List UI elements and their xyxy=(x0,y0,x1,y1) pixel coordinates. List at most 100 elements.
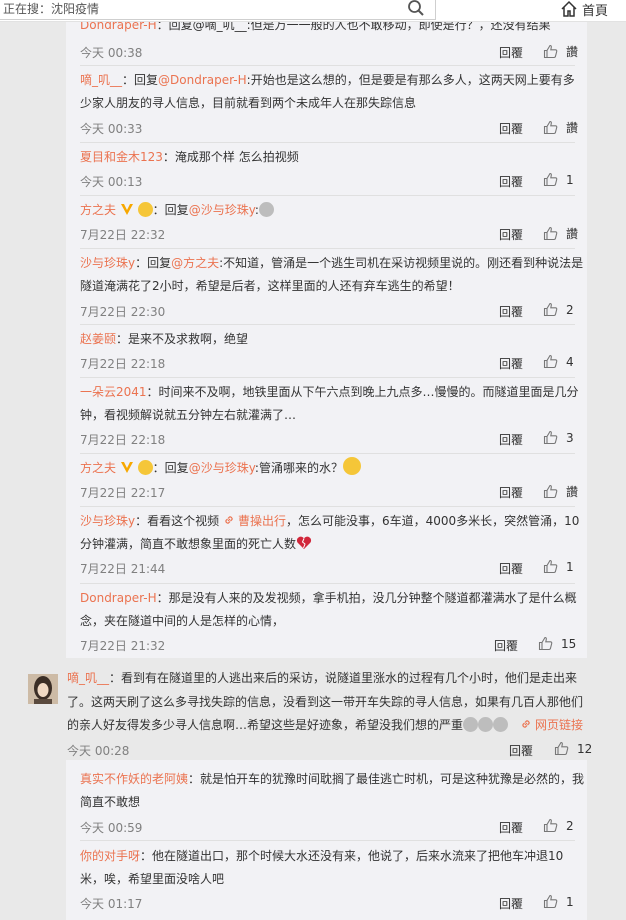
emoticon-icon xyxy=(463,717,479,732)
reply-username[interactable]: 嘀_叽__ xyxy=(80,73,122,87)
thumbs-up-icon xyxy=(543,354,558,369)
thumbs-up-icon xyxy=(543,818,558,833)
reply-username[interactable]: 方之夫 xyxy=(80,203,116,217)
reply-button[interactable]: 回覆 xyxy=(499,303,523,320)
like-button[interactable]: 讚 xyxy=(543,225,578,242)
reply-button[interactable]: 回覆 xyxy=(494,637,518,654)
mention-link[interactable]: @Dondraper-H xyxy=(158,73,247,87)
like-count: 3 xyxy=(566,430,574,445)
like-button[interactable]: 1 xyxy=(543,559,574,574)
divider xyxy=(80,142,575,143)
reply-time: 今天 00:38 xyxy=(80,46,143,60)
like-button[interactable]: 讚 xyxy=(543,119,578,136)
search-placeholder: 正在搜：沈阳疫情 xyxy=(3,2,100,16)
like-button[interactable]: 15 xyxy=(538,636,576,651)
reply-username[interactable]: 夏目和金木123 xyxy=(80,150,163,164)
reply-button[interactable]: 回覆 xyxy=(499,120,523,137)
like-count: 讚 xyxy=(566,227,579,241)
thumbs-up-icon xyxy=(538,636,553,651)
reply-username[interactable]: Dondraper-H xyxy=(80,591,157,605)
like-button[interactable]: 4 xyxy=(543,354,574,369)
reply-username[interactable]: 赵姜颐 xyxy=(80,332,116,346)
divider xyxy=(80,377,575,378)
reply-item: 夏目和金木123：淹成那个样 怎么拍视频 今天 00:13 回覆 1 xyxy=(80,146,585,189)
reply-button[interactable]: 回覆 xyxy=(499,819,523,836)
reply-button[interactable]: 回覆 xyxy=(499,560,523,577)
divider xyxy=(80,583,575,584)
like-count: 1 xyxy=(566,559,574,574)
reply-time: 今天 00:33 xyxy=(80,122,143,136)
video-link[interactable]: 曹操出行 xyxy=(238,514,286,528)
divider xyxy=(80,195,575,196)
like-button[interactable]: 2 xyxy=(543,818,574,833)
like-button[interactable]: 1 xyxy=(543,172,574,187)
mention-link[interactable]: @沙与珍珠y xyxy=(189,203,255,217)
search-input[interactable]: 正在搜：沈阳疫情 xyxy=(0,0,436,20)
reply-time: 7月22日 22:30 xyxy=(80,305,166,319)
link-icon xyxy=(225,516,233,524)
reply-item: 方之夫 ：回复@沙与珍珠y:管涌哪来的水？ 7月22日 22:17 回覆 讚 xyxy=(80,457,585,500)
like-count: 1 xyxy=(566,172,574,187)
emoticon-icon xyxy=(478,717,494,732)
reply-button[interactable]: 回覆 xyxy=(499,895,523,912)
emoticon-icon xyxy=(258,202,274,217)
reply-item: 嘀_叽__：回复@Dondraper-H:开始也是这么想的，但是要是有那么多人，… xyxy=(80,69,585,136)
mention-link[interactable]: @方之夫 xyxy=(171,256,219,270)
reply-button[interactable]: 回覆 xyxy=(509,742,533,759)
reply-text: ：时间来不及啊，地铁里面从下午六点到晚上九点多…慢慢的。而隧道里面是几分钟，看视… xyxy=(80,385,579,422)
reply-button[interactable]: 回覆 xyxy=(499,355,523,372)
reply-button[interactable]: 回覆 xyxy=(499,44,523,61)
divider xyxy=(80,506,575,507)
reply-username[interactable]: 真实不作妖的老阿姨 xyxy=(80,772,188,786)
reply-time: 今天 00:13 xyxy=(80,175,143,189)
like-button[interactable]: 3 xyxy=(543,430,574,445)
reply-button[interactable]: 回覆 xyxy=(499,431,523,448)
thumbs-up-icon xyxy=(543,172,558,187)
like-count: 讚 xyxy=(566,485,579,499)
like-count: 12 xyxy=(577,741,593,756)
like-button[interactable]: 讚 xyxy=(543,483,578,500)
thumbs-up-icon xyxy=(543,894,558,909)
like-count: 2 xyxy=(566,818,574,833)
reply-username[interactable]: 沙与珍珠y xyxy=(80,256,135,270)
home-link[interactable]: 首頁 xyxy=(560,0,608,19)
thumbs-up-icon xyxy=(543,484,558,499)
like-button[interactable]: 2 xyxy=(543,302,574,317)
thumbs-up-icon xyxy=(543,120,558,135)
thumbs-up-icon xyxy=(543,302,558,317)
like-button[interactable]: 讚 xyxy=(543,43,578,60)
avatar[interactable] xyxy=(28,674,58,704)
thumbs-up-icon xyxy=(554,741,569,756)
reply-username[interactable]: 一朵云2041 xyxy=(80,385,147,399)
reply-time: 7月22日 21:32 xyxy=(80,639,166,653)
top-bar: 正在搜：沈阳疫情 首頁 xyxy=(0,0,626,22)
search-icon[interactable] xyxy=(407,0,425,17)
reply-button[interactable]: 回覆 xyxy=(499,484,523,501)
mention-link[interactable]: @沙与珍珠y xyxy=(189,461,255,475)
reply-username[interactable]: 沙与珍珠y xyxy=(80,514,135,528)
like-count: 1 xyxy=(566,894,574,909)
main-comment: 嘀_叽__：看到有在隧道里的人逃出来后的采访，说隧道里涨水的过程有几个小时，他们… xyxy=(67,667,592,758)
like-count: 15 xyxy=(561,636,577,651)
reply-item: Dondraper-H：那是没有人来的及发视频，拿手机拍，没几分钟整个隧道都灌满… xyxy=(80,587,585,653)
reply-button[interactable]: 回覆 xyxy=(499,173,523,190)
verified-badge-icon xyxy=(120,462,133,473)
reply-button[interactable]: 回覆 xyxy=(499,226,523,243)
reply-item: 方之夫 ：回复@沙与珍珠y: 7月22日 22:32 回覆 讚 xyxy=(80,199,585,242)
reply-prefix: ：回复 xyxy=(152,461,189,475)
reply-username[interactable]: 方之夫 xyxy=(80,461,116,475)
vip-badge-icon xyxy=(137,460,153,475)
web-link[interactable]: 网页链接 xyxy=(535,718,583,732)
reply-username[interactable]: 你的对手呀 xyxy=(80,849,140,863)
thumbs-up-icon xyxy=(543,430,558,445)
home-icon xyxy=(561,0,577,17)
divider xyxy=(80,324,575,325)
emoticon-icon xyxy=(493,717,509,732)
reply-item: 一朵云2041：时间来不及啊，地铁里面从下午六点到晚上九点多…慢慢的。而隧道里面… xyxy=(80,381,585,447)
like-button[interactable]: 12 xyxy=(554,741,592,756)
reply-text: :管涌哪来的水？ xyxy=(254,461,343,475)
comment-username[interactable]: 嘀_叽__ xyxy=(67,671,109,685)
like-button[interactable]: 1 xyxy=(543,894,574,909)
reply-text: ：淹成那个样 怎么拍视频 xyxy=(162,150,299,164)
avatar-image xyxy=(28,674,58,704)
